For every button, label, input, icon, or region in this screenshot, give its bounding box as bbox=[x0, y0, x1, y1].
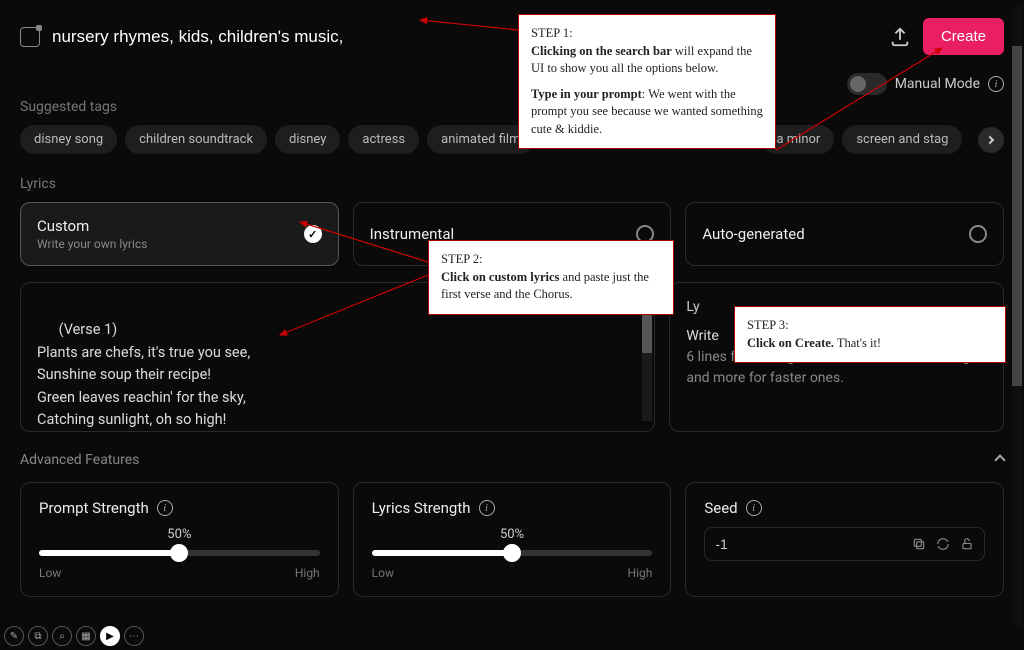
callout-step1: STEP 1: Clicking on the search bar will … bbox=[518, 14, 776, 149]
slider-high: High bbox=[628, 566, 653, 580]
refresh-icon[interactable] bbox=[936, 537, 950, 551]
prompt-strength-slider[interactable] bbox=[39, 550, 320, 556]
seed-card: Seed i bbox=[685, 482, 1004, 597]
lyrics-option-auto[interactable]: Auto-generated bbox=[685, 202, 1004, 266]
lock-icon[interactable] bbox=[960, 537, 974, 551]
main-scrollbar-track[interactable] bbox=[1012, 6, 1022, 626]
toolbar-more-icon[interactable]: ⋯ bbox=[124, 626, 144, 646]
prompt-strength-card: Prompt Strength i 50% Low High bbox=[20, 482, 339, 597]
info-icon[interactable]: i bbox=[479, 500, 495, 516]
lyrics-strength-card: Lyrics Strength i 50% Low High bbox=[353, 482, 672, 597]
card-title: Auto-generated bbox=[702, 225, 804, 243]
main-scrollbar-thumb[interactable] bbox=[1012, 46, 1022, 386]
lyrics-option-custom[interactable]: Custom Write your own lyrics bbox=[20, 202, 339, 266]
upload-icon[interactable] bbox=[889, 26, 911, 48]
tag-item[interactable]: children soundtrack bbox=[125, 125, 267, 154]
callout-step2: STEP 2: Click on custom lyrics and paste… bbox=[428, 240, 674, 315]
radio-checked-icon bbox=[304, 225, 322, 243]
toolbar-video-icon[interactable]: ▶ bbox=[100, 626, 120, 646]
radio-icon bbox=[969, 225, 987, 243]
lyrics-strength-slider[interactable] bbox=[372, 550, 653, 556]
seed-input[interactable] bbox=[715, 536, 912, 552]
advanced-label: Advanced Features bbox=[20, 452, 139, 468]
info-icon[interactable]: i bbox=[157, 500, 173, 516]
chevron-right-icon bbox=[986, 135, 994, 143]
manual-mode-label: Manual Mode bbox=[895, 76, 980, 92]
callout-step3: STEP 3: Click on Create. That's it! bbox=[734, 306, 1006, 363]
advanced-toggle[interactable]: Advanced Features bbox=[20, 452, 1004, 468]
card-title: Custom bbox=[37, 217, 147, 235]
prompt-icon bbox=[20, 27, 40, 47]
bottom-toolbar: ✎ ⧉ ⌕ ▦ ▶ ⋯ bbox=[4, 626, 144, 646]
toolbar-grid-icon[interactable]: ▦ bbox=[76, 626, 96, 646]
tag-item[interactable]: disney song bbox=[20, 125, 117, 154]
toolbar-search-icon[interactable]: ⌕ bbox=[52, 626, 72, 646]
suggested-tags-label: Suggested tags bbox=[20, 99, 1004, 115]
tags-next-button[interactable] bbox=[978, 127, 1004, 153]
slider-low: Low bbox=[372, 566, 394, 580]
prompt-strength-title: Prompt Strength bbox=[39, 499, 149, 517]
seed-title: Seed bbox=[704, 499, 737, 517]
card-subtitle: Write your own lyrics bbox=[37, 237, 147, 251]
lyrics-label: Lyrics bbox=[20, 176, 1004, 192]
tags-row: disney song children soundtrack disney a… bbox=[20, 125, 1004, 154]
tag-item[interactable]: screen and stag bbox=[842, 125, 962, 154]
manual-mode-toggle[interactable] bbox=[847, 73, 887, 95]
toolbar-copy-icon[interactable]: ⧉ bbox=[28, 626, 48, 646]
tips-write: Write bbox=[686, 328, 718, 344]
tag-item[interactable]: disney bbox=[275, 125, 340, 154]
lyrics-strength-value: 50% bbox=[372, 527, 653, 542]
info-icon[interactable]: i bbox=[988, 76, 1004, 92]
chevron-up-icon bbox=[994, 454, 1005, 465]
prompt-strength-value: 50% bbox=[39, 527, 320, 542]
info-icon[interactable]: i bbox=[746, 500, 762, 516]
copy-icon[interactable] bbox=[912, 537, 926, 551]
lyrics-text: (Verse 1) Plants are chefs, it's true yo… bbox=[37, 321, 250, 432]
tag-item[interactable]: actress bbox=[348, 125, 419, 154]
toolbar-pen-icon[interactable]: ✎ bbox=[4, 626, 24, 646]
slider-low: Low bbox=[39, 566, 61, 580]
slider-high: High bbox=[295, 566, 320, 580]
create-button[interactable]: Create bbox=[923, 18, 1004, 55]
lyrics-strength-title: Lyrics Strength bbox=[372, 499, 471, 517]
